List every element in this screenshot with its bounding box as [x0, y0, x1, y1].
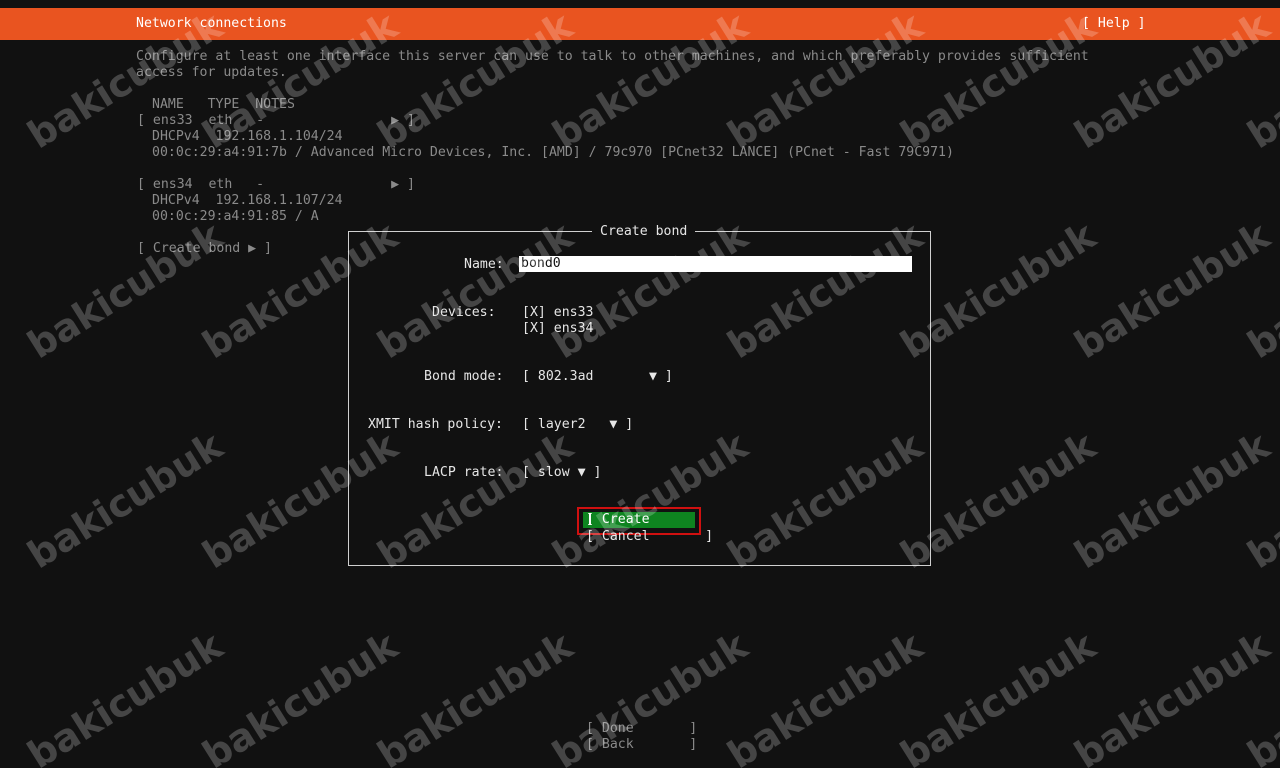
interface-row-ens33[interactable]: [ ens33 eth - ▶ ]: [137, 113, 415, 129]
watermark-text: bakicubuk: [20, 213, 231, 368]
bond-mode-select[interactable]: [ 802.3ad ▼ ]: [522, 369, 673, 385]
interface-ens34-address: DHCPv4 192.168.1.107/24: [152, 193, 343, 208]
intro-text-line-2: access for updates.: [136, 65, 287, 80]
watermark-text: bakicubuk: [1240, 213, 1280, 368]
watermark-text: bakicubuk: [1240, 423, 1280, 578]
cancel-button[interactable]: [ Cancel ]: [586, 529, 713, 545]
title-bar: Network connections [ Help ]: [0, 8, 1280, 40]
device-checkbox-ens33[interactable]: [X] ens33: [522, 305, 593, 321]
watermark-text: bakicubuk: [370, 623, 581, 768]
dialog-title: Create bond: [592, 224, 696, 240]
device-checkbox-ens34[interactable]: [X] ens34: [522, 321, 593, 337]
table-header: NAME TYPE NOTES: [152, 97, 295, 112]
xmit-hash-policy-select[interactable]: [ layer2 ▼ ]: [522, 417, 633, 433]
help-button[interactable]: [ Help ]: [1082, 16, 1146, 32]
done-button[interactable]: [ Done ]: [586, 721, 697, 737]
page-title: Network connections: [136, 16, 287, 31]
xmit-hash-policy-label: XMIT hash policy:: [368, 417, 503, 432]
watermark-text: bakicubuk: [893, 623, 1104, 768]
watermark-text: bakicubuk: [1067, 623, 1278, 768]
installer-screen: Network connections [ Help ] Configure a…: [0, 0, 1280, 768]
watermark-text: bakicubuk: [1067, 213, 1278, 368]
watermark-text: bakicubuk: [1067, 423, 1278, 578]
lacp-rate-select[interactable]: [ slow ▼ ]: [522, 465, 601, 481]
bond-mode-label: Bond mode:: [424, 369, 504, 384]
watermark-text: bakicubuk: [20, 623, 231, 768]
lacp-rate-label: LACP rate:: [424, 465, 504, 480]
watermark-text: bakicubuk: [20, 423, 231, 578]
interface-row-ens34[interactable]: [ ens34 eth - ▶ ]: [137, 177, 415, 193]
interface-ens33-hardware: 00:0c:29:a4:91:7b / Advanced Micro Devic…: [152, 145, 954, 160]
watermark-text: bakicubuk: [720, 623, 931, 768]
watermark-text: bakicubuk: [1240, 623, 1280, 768]
name-label: Name:: [464, 257, 504, 272]
interface-ens33-address: DHCPv4 192.168.1.104/24: [152, 129, 343, 144]
intro-text-line-1: Configure at least one interface this se…: [136, 49, 1089, 64]
back-button[interactable]: [ Back ]: [586, 737, 697, 753]
bond-name-input[interactable]: [519, 256, 912, 272]
watermark-text: bakicubuk: [195, 623, 406, 768]
interface-ens34-hardware: 00:0c:29:a4:91:85 / A: [152, 209, 319, 224]
devices-label: Devices:: [432, 305, 496, 320]
create-bond-button[interactable]: [ Create bond ▶ ]: [137, 241, 272, 257]
